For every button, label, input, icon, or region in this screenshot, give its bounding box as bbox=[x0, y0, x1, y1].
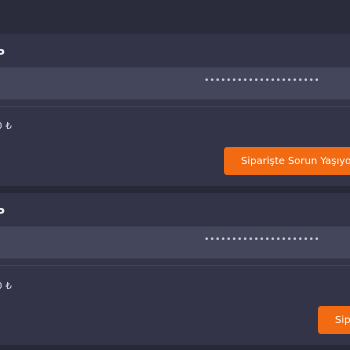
masked-code-value: ••••••••••••••••••••• bbox=[204, 235, 320, 245]
order-price: 0 ₺ bbox=[0, 281, 12, 292]
divider bbox=[0, 106, 350, 107]
order-card: P ••••••••••••••••••••• 0 ₺ Siparişte So… bbox=[0, 34, 350, 186]
order-problem-button-label: Siparişte Sorun Yaşıyorum bbox=[241, 155, 350, 167]
order-title: P bbox=[0, 206, 5, 220]
card-separator bbox=[0, 186, 350, 193]
order-card: P ••••••••••••••••••••• 0 ₺ Siparişte So… bbox=[0, 193, 350, 345]
masked-code-field[interactable]: ••••••••••••••••••••• bbox=[0, 67, 350, 100]
order-problem-button-label: Siparişte Sorun Yaşıyorum bbox=[335, 314, 350, 326]
order-price: 0 ₺ bbox=[0, 121, 12, 132]
order-title: P bbox=[0, 47, 5, 61]
divider bbox=[0, 265, 350, 266]
order-problem-button[interactable]: Siparişte Sorun Yaşıyorum bbox=[318, 306, 350, 334]
masked-code-field[interactable]: ••••••••••••••••••••• bbox=[0, 226, 350, 259]
card-separator bbox=[0, 345, 350, 350]
top-bar bbox=[0, 0, 350, 34]
order-problem-button[interactable]: Siparişte Sorun Yaşıyorum bbox=[224, 147, 350, 175]
masked-code-value: ••••••••••••••••••••• bbox=[204, 76, 320, 86]
